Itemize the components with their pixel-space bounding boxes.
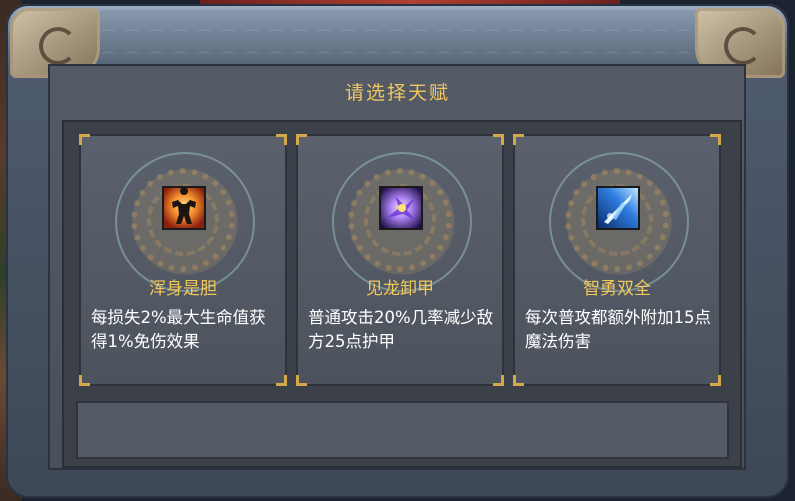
talent-card-1[interactable]: 浑身是胆 每损失2%最大生命值获得1%免伤效果 <box>79 134 287 386</box>
talent-name: 见龙卸甲 <box>366 279 434 299</box>
talent-card-2[interactable]: 见龙卸甲 普通攻击20%几率减少敌方25点护甲 <box>296 134 504 386</box>
talent-description: 每次普攻都额外附加15点魔法伤害 <box>525 308 711 351</box>
talent-name: 智勇双全 <box>583 279 651 299</box>
purple-burst-icon <box>379 186 423 230</box>
talent-info-bar <box>76 401 729 459</box>
talent-name: 浑身是胆 <box>149 279 217 299</box>
talent-description: 普通攻击20%几率减少敌方25点护甲 <box>308 308 494 351</box>
frame-wave-ornament <box>96 10 706 62</box>
talent-card-3[interactable]: 智勇双全 每次普攻都额外附加15点魔法伤害 <box>513 134 721 386</box>
muscle-figure-icon <box>162 186 206 230</box>
blue-spear-icon <box>596 186 640 230</box>
dialog-title: 请选择天赋 <box>344 82 450 104</box>
talent-description: 每损失2%最大生命值获得1%免伤效果 <box>91 308 266 351</box>
